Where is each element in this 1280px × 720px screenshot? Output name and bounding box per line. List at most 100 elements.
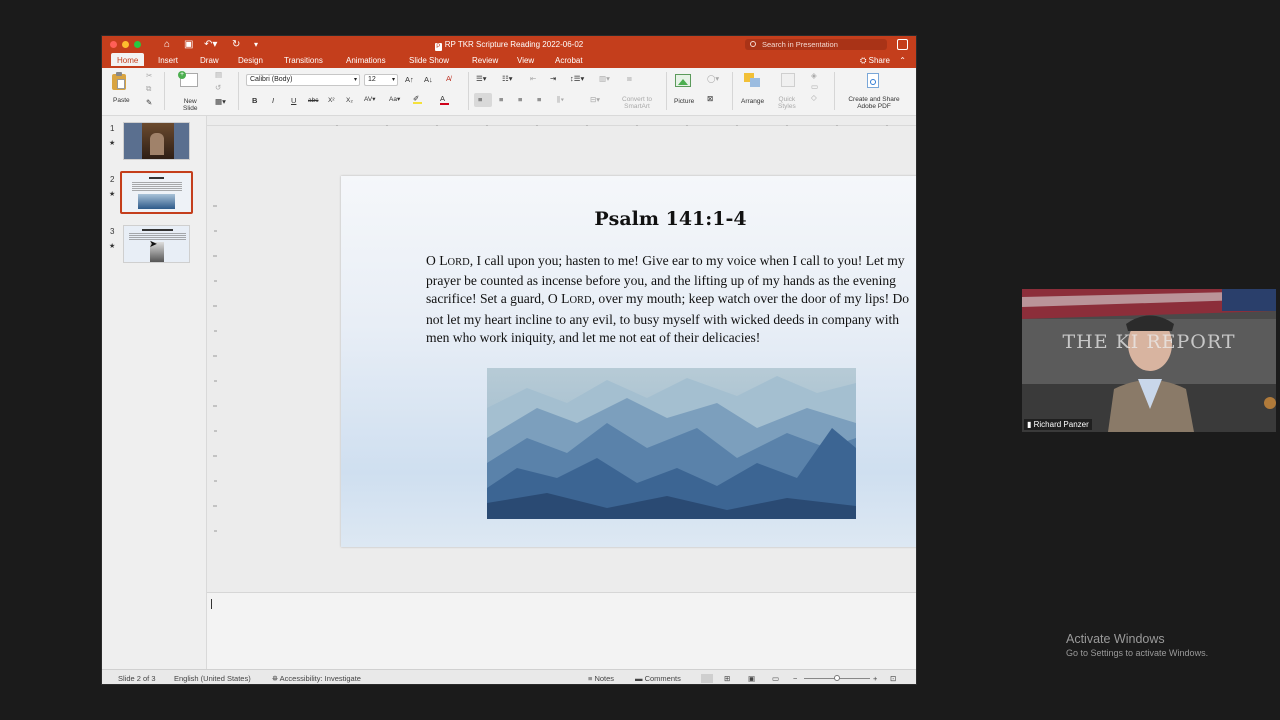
increase-font-icon[interactable]: A↑ bbox=[405, 75, 414, 85]
slide-title[interactable]: Psalm 141:1-4 bbox=[341, 208, 916, 230]
normal-view-icon[interactable] bbox=[701, 674, 713, 683]
picture-icon[interactable] bbox=[675, 74, 691, 87]
zoom-slider-handle[interactable] bbox=[834, 675, 840, 681]
notes-button[interactable]: ≡ Notes bbox=[588, 674, 614, 683]
bullets-icon[interactable]: ☰▾ bbox=[476, 74, 487, 84]
tab-insert[interactable]: Insert bbox=[152, 53, 184, 68]
chevron-down-icon: ▾ bbox=[353, 77, 357, 83]
paste-icon[interactable] bbox=[112, 72, 126, 90]
search-input[interactable]: Search in Presentation bbox=[745, 39, 887, 50]
change-case-icon[interactable]: Aa▾ bbox=[389, 95, 400, 105]
font-color-icon[interactable]: A bbox=[440, 94, 449, 105]
shapes-icon[interactable]: ◯▾ bbox=[707, 74, 719, 84]
slide-indicator: Slide 2 of 3 bbox=[118, 674, 156, 683]
slide-sorter-icon[interactable]: ⊞ bbox=[724, 674, 730, 683]
justify-icon[interactable]: ≡ bbox=[537, 95, 541, 105]
cut-icon[interactable]: ✂ bbox=[146, 71, 152, 81]
slide-thumbnail-2[interactable] bbox=[123, 174, 190, 212]
underline-button[interactable]: U bbox=[291, 96, 296, 106]
language-indicator[interactable]: English (United States) bbox=[174, 674, 251, 683]
tab-slide-show[interactable]: Slide Show bbox=[403, 53, 455, 68]
superscript-button[interactable]: X² bbox=[328, 96, 335, 106]
convert-smartart-line1: Convert to bbox=[622, 96, 652, 103]
smartart-icon[interactable]: ⧈ bbox=[627, 74, 632, 84]
tab-transitions[interactable]: Transitions bbox=[278, 53, 329, 68]
lord-small-caps: LORD bbox=[439, 253, 469, 268]
copy-icon[interactable]: ⧉ bbox=[146, 84, 151, 94]
character-spacing-icon[interactable]: AV▾ bbox=[364, 95, 375, 105]
align-right-icon[interactable]: ≡ bbox=[518, 95, 522, 105]
account-icon[interactable] bbox=[897, 39, 908, 50]
align-center-icon[interactable]: ≡ bbox=[499, 95, 503, 105]
shape-effects-icon[interactable]: ◇ bbox=[811, 93, 817, 103]
ribbon-tabs: Home Insert Draw Design Transitions Anim… bbox=[102, 53, 916, 68]
tab-acrobat[interactable]: Acrobat bbox=[549, 53, 589, 68]
align-left-button[interactable]: ≡ bbox=[474, 93, 492, 107]
strikethrough-button[interactable]: abc bbox=[308, 96, 318, 106]
vertical-ruler[interactable] bbox=[207, 126, 217, 592]
shape-outline-icon[interactable]: ▭ bbox=[811, 82, 818, 92]
reset-icon[interactable]: ↺ bbox=[215, 83, 221, 93]
activate-windows-title: Activate Windows bbox=[1066, 632, 1165, 646]
slideshow-icon[interactable]: ▭ bbox=[772, 674, 779, 683]
font-name-select[interactable]: Calibri (Body) ▾ bbox=[246, 74, 360, 86]
arrange-icon[interactable] bbox=[744, 73, 760, 87]
lord-rest: ORD bbox=[447, 257, 470, 268]
tab-view[interactable]: View bbox=[511, 53, 540, 68]
slide-2[interactable]: Psalm 141:1-4 O LORD, I call upon you; h… bbox=[341, 176, 916, 547]
italic-button[interactable]: I bbox=[272, 96, 274, 106]
text-direction-icon[interactable]: ⫼▾ bbox=[557, 95, 564, 105]
tab-draw[interactable]: Draw bbox=[194, 53, 225, 68]
subscript-button[interactable]: X₂ bbox=[346, 96, 353, 106]
slide-body-text[interactable]: O LORD, I call upon you; hasten to me! G… bbox=[426, 252, 916, 347]
quick-styles-label[interactable]: Quick Styles bbox=[778, 96, 796, 110]
layout-icon[interactable]: ▤ bbox=[215, 70, 222, 80]
bold-button[interactable]: B bbox=[252, 96, 257, 106]
accessibility-button[interactable]: ⛯ Accessibility: Investigate bbox=[272, 674, 361, 683]
decrease-indent-icon[interactable]: ⇤ bbox=[530, 74, 536, 84]
adobe-pdf-icon[interactable] bbox=[867, 73, 879, 88]
horizontal-ruler[interactable] bbox=[207, 116, 916, 129]
increase-indent-icon[interactable]: ⇥ bbox=[550, 74, 556, 84]
convert-smartart-label[interactable]: Convert to SmartArt bbox=[622, 96, 652, 110]
collapse-ribbon-icon[interactable]: ⌃ bbox=[899, 53, 906, 68]
line-spacing-icon[interactable]: ↕☰▾ bbox=[570, 74, 584, 84]
signal-icon: ▮ bbox=[1027, 420, 1034, 429]
desktop: ⌂ ▣ ↶▾ ↻ ▾ P RP TKR Scripture Reading 202… bbox=[0, 0, 1280, 720]
align-text-icon[interactable]: ⊟▾ bbox=[590, 95, 600, 105]
shape-fill-icon[interactable]: ◈ bbox=[811, 71, 817, 81]
mountains-illustration bbox=[487, 368, 856, 519]
adobe-pdf-label[interactable]: Create and Share Adobe PDF bbox=[844, 96, 904, 110]
tab-design[interactable]: Design bbox=[232, 53, 269, 68]
paste-label: Paste bbox=[113, 97, 130, 104]
zoom-in-icon[interactable]: + bbox=[873, 674, 877, 683]
clear-formatting-icon[interactable]: A̸ bbox=[446, 74, 451, 84]
numbering-icon[interactable]: ☷▾ bbox=[502, 74, 513, 84]
fit-to-window-icon[interactable]: ⊡ bbox=[890, 674, 896, 683]
zoom-out-icon[interactable]: − bbox=[793, 674, 797, 683]
share-button[interactable]: ⛭ Share bbox=[860, 53, 890, 68]
mountains-image[interactable] bbox=[487, 368, 856, 519]
new-slide-label-line2: Slide bbox=[183, 105, 198, 112]
tab-home[interactable]: Home bbox=[111, 53, 145, 68]
reading-view-icon[interactable]: ▣ bbox=[748, 674, 755, 683]
textbox-icon[interactable]: ⊠ bbox=[707, 94, 713, 104]
activate-windows-subtitle: Go to Settings to activate Windows. bbox=[1066, 648, 1209, 658]
section-icon[interactable]: ▦▾ bbox=[215, 97, 226, 107]
comments-button[interactable]: ▬ Comments bbox=[635, 674, 681, 683]
slide-thumbnail-1[interactable] bbox=[123, 122, 190, 160]
tab-animations[interactable]: Animations bbox=[340, 53, 392, 68]
convert-smartart-line2: SmartArt bbox=[624, 103, 650, 110]
notes-pane[interactable] bbox=[207, 592, 916, 669]
tab-review[interactable]: Review bbox=[466, 53, 504, 68]
font-size-select[interactable]: 12 ▾ bbox=[364, 74, 398, 86]
share-label: Share bbox=[868, 56, 890, 65]
quick-styles-icon[interactable] bbox=[781, 73, 795, 87]
new-slide-icon[interactable]: + bbox=[178, 71, 198, 87]
format-painter-icon[interactable]: ✎ bbox=[146, 98, 152, 108]
notes-label: Notes bbox=[594, 674, 615, 683]
highlight-icon[interactable]: ✐ bbox=[413, 94, 422, 104]
webcam-video: THE KI REPORT ▮ Richard Panzer bbox=[1022, 289, 1276, 432]
columns-icon[interactable]: ▥▾ bbox=[599, 74, 610, 84]
decrease-font-icon[interactable]: A↓ bbox=[424, 75, 433, 85]
